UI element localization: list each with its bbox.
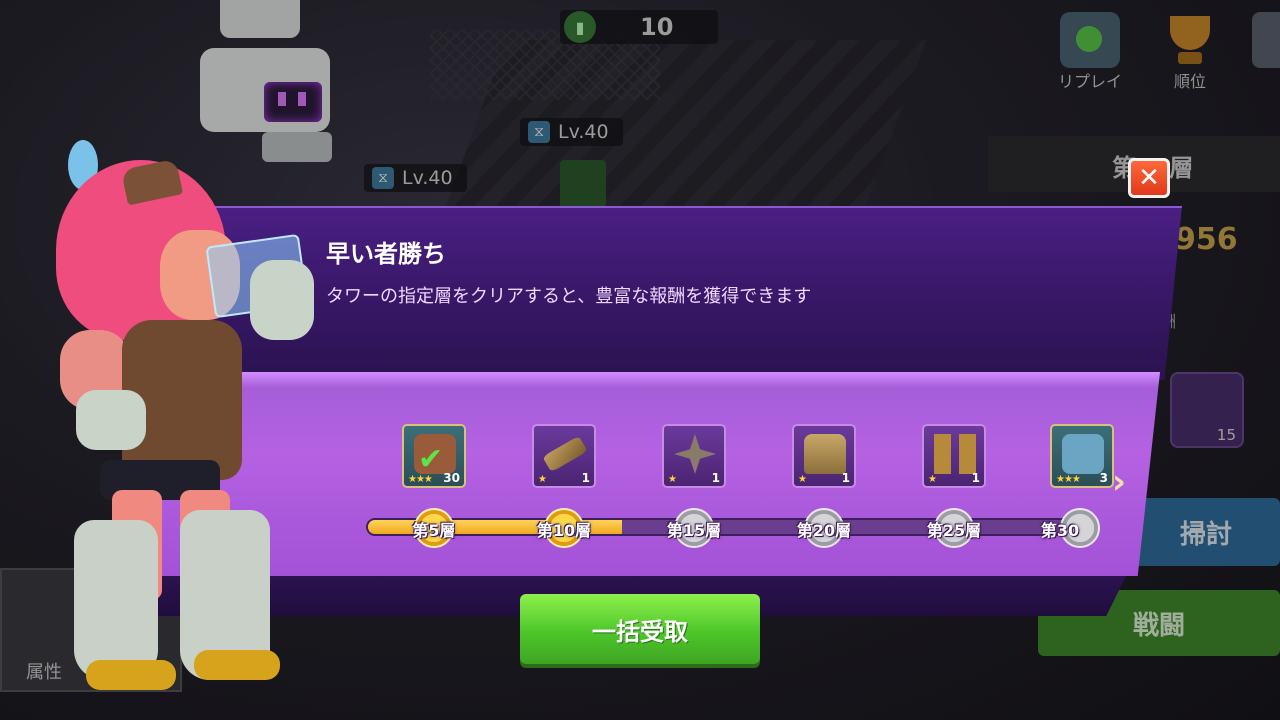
reward-stars: ★★★ — [408, 474, 433, 485]
close-button[interactable]: ✕ — [1128, 158, 1170, 198]
close-icon: ✕ — [1138, 163, 1160, 193]
reward-stars: ★ — [538, 474, 547, 485]
milestone-label: 第30 — [1040, 521, 1080, 540]
reward-stars: ★★★ — [1056, 474, 1081, 485]
hero-shard-icon — [1062, 434, 1104, 474]
reward-count: 30 — [443, 471, 460, 485]
reward-count: 1 — [711, 471, 720, 485]
reward-count: 1 — [841, 471, 850, 485]
reward-count: 1 — [971, 471, 980, 485]
milestone-reward[interactable]: ★ 1 — [792, 424, 856, 488]
event-title: 早い者勝ち — [326, 240, 446, 268]
character-shoe — [194, 650, 280, 680]
character-shoe — [86, 660, 176, 690]
milestone-label: 第25層 — [926, 521, 982, 540]
leg-armor-icon — [934, 434, 976, 474]
claim-all-button[interactable]: 一括受取 — [520, 594, 760, 664]
reward-stars: ★ — [668, 474, 677, 485]
milestone-reward[interactable]: ✔ ★★★ 30 — [402, 424, 466, 488]
armor-vest-icon — [804, 434, 846, 474]
milestone-reward[interactable]: ★★★ 3 — [1050, 424, 1114, 488]
milestone-reward[interactable]: ★ 1 — [662, 424, 726, 488]
reward-stars: ★ — [928, 474, 937, 485]
milestone-reward[interactable]: ★ 1 — [532, 424, 596, 488]
milestone-label: 第5層 — [412, 521, 456, 540]
bazooka-icon — [542, 435, 588, 473]
character-boot — [74, 520, 158, 680]
reward-count: 1 — [581, 471, 590, 485]
claimed-check-icon: ✔ — [418, 442, 444, 477]
event-description: タワーの指定層をクリアすると、豊富な報酬を獲得できます — [326, 286, 812, 307]
milestone-label: 第15層 — [666, 521, 722, 540]
reward-count: 3 — [1099, 471, 1108, 485]
reward-stars: ★ — [798, 474, 807, 485]
chevron-right-icon[interactable]: › — [1112, 462, 1126, 502]
guide-character — [20, 80, 340, 700]
character-glove — [250, 260, 314, 340]
milestone-label: 第10層 — [536, 521, 592, 540]
claim-all-label: 一括受取 — [592, 617, 688, 646]
character-glove — [76, 390, 146, 450]
milestone-reward[interactable]: ★ 1 — [922, 424, 986, 488]
milestone-label: 第20層 — [796, 521, 852, 540]
shuriken-icon — [674, 434, 716, 474]
